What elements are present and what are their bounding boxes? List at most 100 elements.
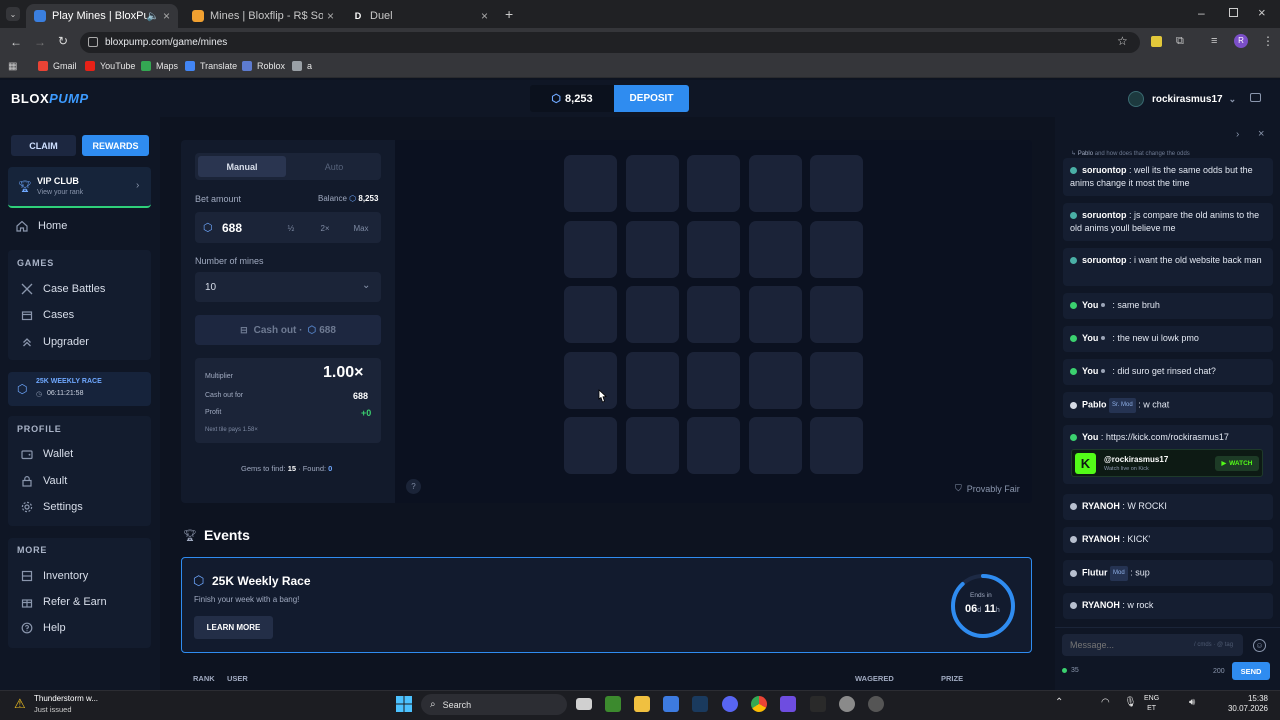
balance-display[interactable]: ⬡ 8,253	[530, 85, 614, 112]
bookmark-translate[interactable]: Translate	[185, 61, 237, 71]
chat-username[interactable]: soruontop	[1082, 210, 1127, 220]
mine-tile[interactable]	[748, 351, 802, 409]
apps-grid-icon[interactable]: ▦	[8, 61, 17, 72]
minimize-button[interactable]: –	[1198, 6, 1205, 20]
mines-count-select[interactable]	[195, 272, 381, 302]
max-bet-button[interactable]: Max	[346, 222, 376, 235]
bookmark-roblox[interactable]: Roblox	[242, 61, 285, 71]
mine-tile[interactable]	[564, 417, 617, 474]
file-explorer-icon[interactable]	[634, 696, 650, 712]
profile-avatar[interactable]: R	[1234, 34, 1248, 48]
tab-play-mines[interactable]: Play Mines | BloxPump 🔈 ×	[26, 4, 178, 28]
mine-tile[interactable]	[748, 220, 802, 278]
sidebar-item-help[interactable]: Help	[21, 622, 66, 634]
chat-link[interactable]: : https://kick.com/rockirasmus17	[1101, 432, 1229, 442]
chat-username[interactable]: You	[1082, 333, 1098, 343]
chat-username[interactable]: RYANOH	[1082, 534, 1120, 544]
rewards-button[interactable]: REWARDS	[82, 135, 149, 156]
address-bar[interactable]	[80, 32, 1140, 53]
reload-button[interactable]: ↻	[58, 34, 68, 48]
chat-expand-icon[interactable]: ›	[1236, 129, 1239, 140]
mine-tile[interactable]	[748, 155, 802, 212]
mine-tile[interactable]	[564, 155, 617, 212]
sidebar-item-cases[interactable]: Cases	[21, 309, 74, 321]
new-tab-button[interactable]: +	[505, 6, 513, 22]
tray-wifi-icon[interactable]: ◠	[1101, 697, 1110, 708]
chat-username[interactable]: Flutur	[1082, 568, 1108, 578]
bookmark-star-icon[interactable]: ☆	[1117, 34, 1128, 48]
mine-tile[interactable]	[687, 351, 740, 409]
chat-username[interactable]: soruontop	[1082, 165, 1127, 175]
site-info-icon[interactable]	[88, 37, 98, 47]
forward-button[interactable]: →	[34, 35, 46, 49]
close-window-button[interactable]: ×	[1258, 5, 1266, 20]
tab-duel[interactable]: D Duel ×	[344, 4, 496, 28]
language-indicator[interactable]: ENG ET	[1144, 694, 1159, 714]
mine-tile[interactable]	[625, 286, 679, 343]
mine-tile[interactable]	[687, 220, 740, 278]
chat-close-icon[interactable]: ×	[1258, 128, 1264, 140]
mine-tile[interactable]	[625, 155, 679, 212]
maximize-button[interactable]	[1229, 8, 1238, 17]
chat-username[interactable]: You	[1082, 300, 1098, 310]
emoji-button[interactable]: ☺	[1253, 639, 1266, 652]
mine-tile[interactable]	[810, 417, 863, 474]
kick-watch-button[interactable]: ▶ WATCH	[1215, 456, 1259, 471]
sidebar-item-settings[interactable]: Settings	[21, 501, 83, 513]
media-icon[interactable]: ≡	[1211, 35, 1217, 47]
recorder-icon[interactable]	[868, 696, 884, 712]
close-icon[interactable]: ×	[163, 9, 170, 23]
help-button[interactable]: ?	[406, 479, 421, 494]
sidebar-item-case-battles[interactable]: Case Battles	[21, 283, 105, 295]
settings-app-icon[interactable]	[839, 696, 855, 712]
chat-username[interactable]: RYANOH	[1082, 600, 1120, 610]
send-button[interactable]: SEND	[1232, 662, 1270, 680]
chat-toggle-icon[interactable]	[1250, 93, 1261, 102]
tray-chevron-icon[interactable]: ⌃	[1055, 697, 1063, 708]
mine-tile[interactable]	[810, 351, 863, 409]
mode-manual-tab[interactable]: Manual	[198, 156, 286, 177]
chat-username[interactable]: You	[1082, 366, 1098, 376]
bookmark-maps[interactable]: Maps	[141, 61, 178, 71]
chat-username[interactable]: RYANOH	[1082, 501, 1120, 511]
sidebar-item-inventory[interactable]: Inventory	[21, 570, 88, 582]
mine-tile[interactable]	[810, 220, 863, 278]
provably-fair-link[interactable]: ⛉ Provably Fair	[955, 483, 1020, 494]
start-button[interactable]	[396, 696, 412, 712]
mode-auto-tab[interactable]: Auto	[290, 156, 378, 177]
puzzle-icon[interactable]: ⧉	[1176, 35, 1184, 48]
steam-icon[interactable]	[692, 696, 708, 712]
chrome-icon[interactable]	[751, 696, 767, 712]
mine-tile[interactable]	[625, 417, 679, 474]
taskbar-search[interactable]: ⌕ Search	[421, 694, 567, 715]
vpn-icon[interactable]	[780, 696, 796, 712]
tab-bloxflip[interactable]: Mines | Bloxflip - R$ Social Casi ×	[184, 4, 342, 28]
clock[interactable]: 15:38 30.07.2026	[1222, 694, 1268, 714]
double-bet-button[interactable]: 2×	[310, 222, 340, 235]
half-bet-button[interactable]: ½	[276, 222, 306, 235]
mine-tile[interactable]	[564, 286, 617, 343]
menu-kebab-icon[interactable]: ⋮	[1262, 34, 1274, 48]
mine-tile[interactable]	[625, 351, 679, 409]
sidebar-item-vault[interactable]: Vault	[21, 475, 67, 487]
chat-username[interactable]: soruontop	[1082, 255, 1127, 265]
mine-tile[interactable]	[564, 220, 617, 278]
mine-tile[interactable]	[810, 155, 863, 212]
close-icon[interactable]: ×	[481, 9, 488, 23]
sidebar-item-refer-earn[interactable]: Refer & Earn	[21, 596, 107, 608]
task-view-icon[interactable]	[576, 698, 592, 710]
cash-out-button[interactable]: ⊟ Cash out · ⬡ 688	[195, 315, 381, 345]
weather-widget[interactable]: ⚠ Thunderstorm w... Just issued	[10, 693, 120, 717]
sidebar-item-wallet[interactable]: Wallet	[21, 448, 73, 460]
mine-tile[interactable]	[564, 351, 617, 409]
tray-volume-icon[interactable]: 🔊︎	[1189, 697, 1195, 708]
user-menu[interactable]: rockirasmus17 ⌄	[1128, 91, 1236, 107]
site-logo[interactable]: BLOXPUMP	[11, 91, 89, 106]
discord-icon[interactable]	[722, 696, 738, 712]
tab-search-button[interactable]: ⌄	[6, 7, 20, 21]
app-icon[interactable]	[810, 696, 826, 712]
mine-tile[interactable]	[748, 286, 802, 343]
chat-username[interactable]: Pablo	[1082, 400, 1107, 410]
mine-tile[interactable]	[748, 417, 802, 474]
deposit-button[interactable]: DEPOSIT	[614, 85, 689, 112]
